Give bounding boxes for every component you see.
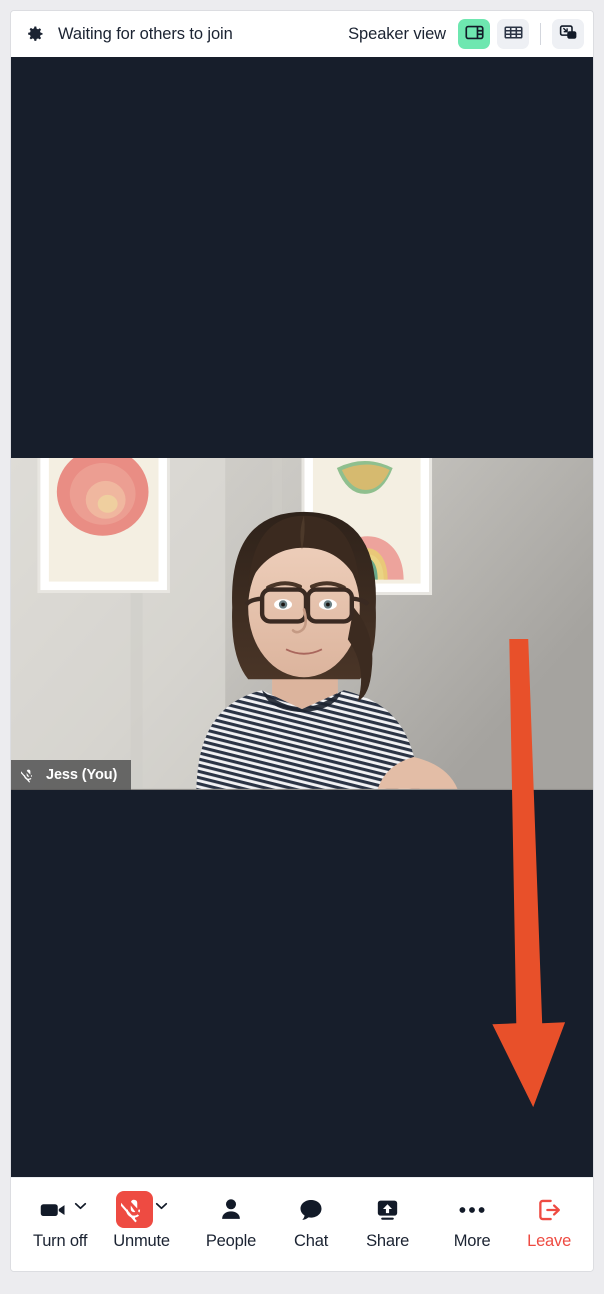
chat-button[interactable]: Chat [292, 1191, 330, 1251]
camera-icon-row [34, 1191, 87, 1231]
page-title: Waiting for others to join [58, 24, 233, 43]
header-divider [540, 23, 541, 45]
chat-icon-row [292, 1191, 330, 1231]
picture-in-picture-icon [558, 22, 579, 46]
share-button[interactable]: Share [366, 1191, 409, 1251]
camera-button[interactable]: Turn off [33, 1191, 87, 1251]
speaker-view-toggle[interactable] [458, 19, 490, 49]
mic-button-label: Unmute [113, 1232, 170, 1250]
leave-button[interactable]: Leave [527, 1191, 571, 1251]
meeting-header: Waiting for others to join Speaker view [11, 11, 593, 57]
video-stage: Jess (You) [11, 57, 593, 1177]
people-button-label: People [205, 1232, 257, 1250]
participant-video-tile[interactable]: Jess (You) [11, 458, 593, 790]
gear-icon[interactable] [25, 24, 45, 44]
participant-video-feed [11, 458, 593, 789]
grid-view-icon [503, 22, 524, 46]
video-camera-icon [34, 1191, 72, 1229]
share-screen-icon [369, 1191, 407, 1229]
participant-name: Jess (You) [46, 767, 118, 783]
leave-button-label: Leave [527, 1232, 572, 1250]
meeting-window: Waiting for others to join Speaker view [10, 10, 594, 1272]
share-icon-row [369, 1191, 407, 1231]
mic-off-icon [21, 767, 36, 784]
camera-options-caret[interactable] [74, 1187, 87, 1225]
header-right-group: Speaker view [348, 19, 584, 49]
chat-bubble-icon [292, 1191, 330, 1229]
more-button[interactable]: More [453, 1191, 491, 1251]
leave-icon [530, 1191, 568, 1229]
mic-button[interactable]: Unmute [113, 1191, 170, 1251]
speaker-view-icon [464, 22, 485, 46]
mic-options-caret[interactable] [155, 1187, 168, 1225]
chat-button-label: Chat [294, 1232, 329, 1250]
more-icon-row [453, 1191, 491, 1231]
leave-icon-row [530, 1191, 568, 1231]
participant-name-badge: Jess (You) [11, 760, 132, 790]
people-icon-row [212, 1191, 250, 1231]
people-button[interactable]: People [206, 1191, 256, 1251]
picture-in-picture-toggle[interactable] [552, 19, 584, 49]
meeting-toolbar: Turn off Unmute People Chat Share More L… [11, 1177, 593, 1271]
grid-view-toggle[interactable] [497, 19, 529, 49]
mic-off-icon [115, 1191, 153, 1228]
header-left-group: Waiting for others to join [25, 24, 233, 44]
view-mode-label: Speaker view [348, 24, 446, 43]
more-button-label: More [453, 1232, 491, 1250]
mic-icon-row [115, 1191, 168, 1231]
person-icon [212, 1191, 250, 1229]
ellipsis-icon [453, 1191, 491, 1229]
share-button-label: Share [366, 1232, 410, 1250]
camera-button-label: Turn off [32, 1232, 88, 1250]
